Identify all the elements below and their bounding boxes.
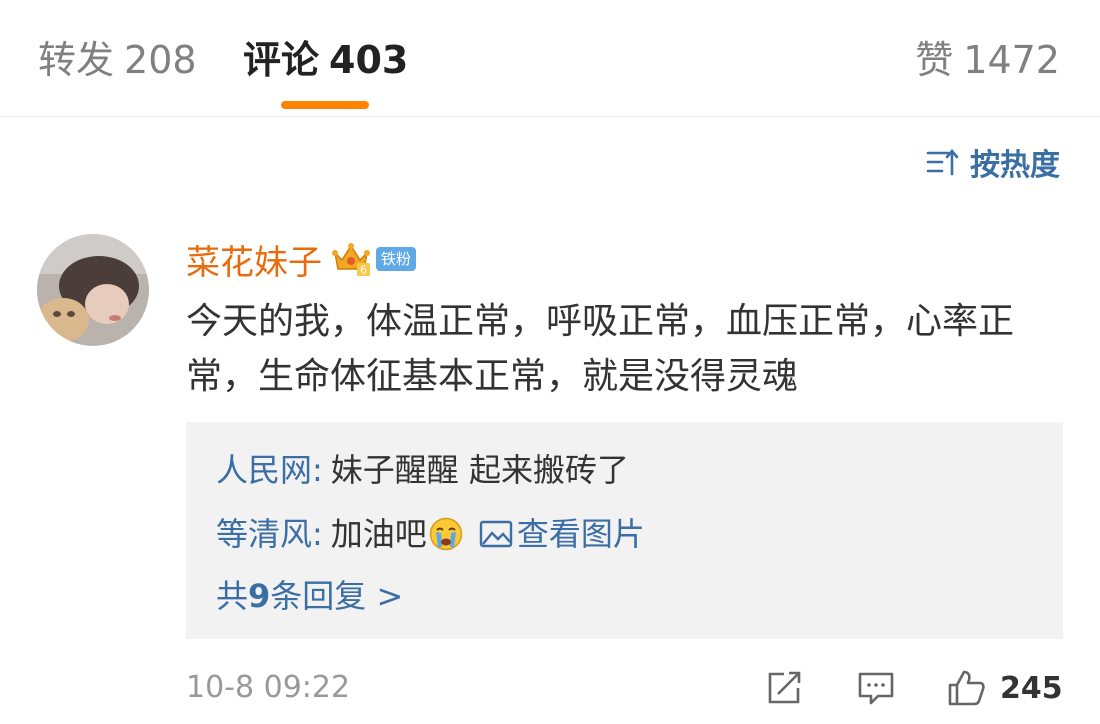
share-button[interactable] [764,668,804,708]
tab-comments[interactable]: 评论 403 [243,36,408,84]
reply-text: 加油吧 [330,515,427,553]
crown-badge-icon: 6 [332,243,370,277]
comment-footer: 10-8 09:22 245 [186,666,1063,710]
like-button[interactable]: 245 [946,668,1063,708]
reply-author[interactable]: 等清风 [216,514,312,554]
sort-label: 按热度 [970,148,1060,183]
sort-by-hot-button[interactable]: 按热度 [926,142,1060,183]
tab-reposts[interactable]: 转发 208 [38,36,197,84]
image-icon [479,520,513,548]
sort-icon [926,148,959,176]
fan-badge: 铁粉 [376,247,417,271]
reply-author[interactable]: 人民网 [216,450,312,490]
crown-level: 6 [360,264,367,277]
view-picture-link[interactable]: 查看图片 [479,514,645,554]
more-replies-link[interactable]: 共9条回复 > [216,576,403,616]
thumbs-up-icon [948,670,985,706]
tab-likes[interactable]: 赞 1472 [915,36,1060,84]
tab-likes-count: 1472 [963,38,1060,82]
replies-box[interactable]: 人民网: 妹子醒醒 起来搬砖了 等清风: 加油吧 查看图片 共9条回复 > [186,422,1063,639]
active-tab-indicator [281,101,369,109]
tab-reposts-count: 208 [124,38,197,82]
tab-bar: 转发 208 评论 403 赞 1472 [0,0,1100,117]
username[interactable]: 菜花妹子 [186,235,322,284]
comment-icon [858,672,894,705]
like-count: 245 [1000,670,1063,706]
tab-comments-label: 评论 [243,38,320,82]
comment-text: 今天的我，体温正常，呼吸正常，血压正常，心率正常，生命体征基本正常，就是没得灵魂 [186,301,1015,397]
view-picture-label: 查看图片 [516,515,645,553]
crying-emoji-icon [429,517,463,551]
tab-comments-count: 403 [329,38,409,82]
comment-header: 菜花妹子 6 铁粉 [186,235,417,284]
reply-item[interactable]: 等清风: 加油吧 查看图片 [216,514,645,554]
share-icon [768,671,801,704]
reply-item[interactable]: 人民网: 妹子醒醒 起来搬砖了 [216,450,629,490]
reply-count: 9 [248,577,271,615]
reply-button[interactable] [856,668,896,708]
avatar[interactable] [37,234,149,346]
timestamp: 10-8 09:22 [186,670,351,705]
reply-text: 妹子醒醒 起来搬砖了 [330,451,629,489]
tab-reposts-label: 转发 [38,38,115,82]
tab-likes-label: 赞 [915,38,954,82]
